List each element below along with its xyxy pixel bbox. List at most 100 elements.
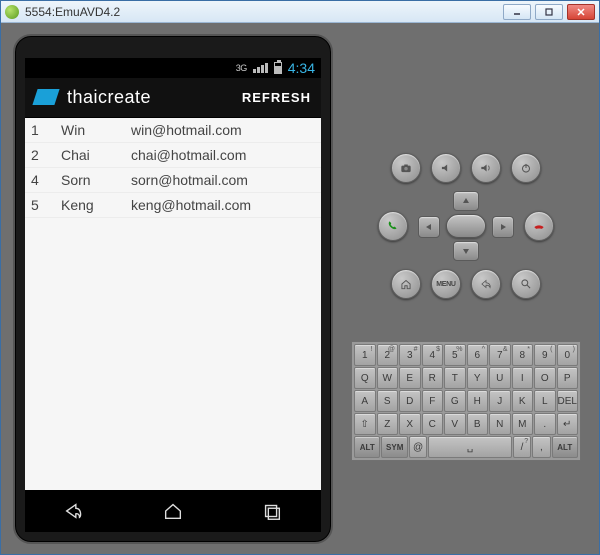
signal-icon bbox=[253, 63, 268, 73]
app-logo-icon bbox=[32, 89, 59, 105]
key-⇧[interactable]: ⇧ bbox=[354, 413, 376, 435]
volume-up-button[interactable] bbox=[471, 153, 501, 183]
call-button[interactable] bbox=[378, 211, 408, 241]
key-x[interactable]: X bbox=[399, 413, 421, 435]
key-g[interactable]: G bbox=[444, 390, 466, 412]
dpad-down-button[interactable] bbox=[453, 241, 479, 261]
table-row[interactable]: 5Kengkeng@hotmail.com bbox=[25, 192, 321, 217]
key-d[interactable]: D bbox=[399, 390, 421, 412]
key-1[interactable]: 1! bbox=[354, 344, 376, 366]
nav-recent-button[interactable] bbox=[256, 498, 288, 524]
camera-button[interactable] bbox=[391, 153, 421, 183]
key-sub: ! bbox=[371, 346, 373, 353]
key-q[interactable]: Q bbox=[354, 367, 376, 389]
key-.[interactable]: . bbox=[534, 413, 556, 435]
key-0[interactable]: 0) bbox=[557, 344, 579, 366]
emulator-controls: MENU 1!2@3#4$5%6^7&8*9(0) QWERTYUIOP ASDFG… bbox=[339, 29, 593, 548]
key-3[interactable]: 3# bbox=[399, 344, 421, 366]
key-sub: * bbox=[527, 346, 530, 353]
key-sym[interactable]: SYM bbox=[381, 436, 407, 458]
cell-name: Sorn bbox=[55, 167, 125, 192]
cell-id: 2 bbox=[25, 142, 55, 167]
key-e[interactable]: E bbox=[399, 367, 421, 389]
volume-down-button[interactable] bbox=[431, 153, 461, 183]
phone-frame: 3G 4:34 thaicreate REFRESH 1Winwin@hotm bbox=[13, 34, 333, 544]
dpad-center-button[interactable] bbox=[446, 214, 486, 238]
key-alt[interactable]: ALT bbox=[552, 436, 578, 458]
key-a[interactable]: A bbox=[354, 390, 376, 412]
app-actionbar: thaicreate REFRESH bbox=[25, 78, 321, 118]
cell-email: chai@hotmail.com bbox=[125, 142, 321, 167]
key-6[interactable]: 6^ bbox=[467, 344, 489, 366]
window-titlebar: 5554:EmuAVD4.2 bbox=[1, 1, 599, 23]
key-7[interactable]: 7& bbox=[489, 344, 511, 366]
table-row[interactable]: 1Winwin@hotmail.com bbox=[25, 118, 321, 143]
key-↵[interactable]: ↵ bbox=[557, 413, 579, 435]
power-button[interactable] bbox=[511, 153, 541, 183]
window-minimize-button[interactable] bbox=[503, 4, 531, 20]
dpad-up-button[interactable] bbox=[453, 191, 479, 211]
key-p[interactable]: P bbox=[557, 367, 579, 389]
key-u[interactable]: U bbox=[489, 367, 511, 389]
key-n[interactable]: N bbox=[489, 413, 511, 435]
key-9[interactable]: 9( bbox=[534, 344, 556, 366]
key-@[interactable]: @ bbox=[409, 436, 427, 458]
cell-name: Chai bbox=[55, 142, 125, 167]
key-h[interactable]: H bbox=[467, 390, 489, 412]
key-o[interactable]: O bbox=[534, 367, 556, 389]
nav-back-button[interactable] bbox=[58, 498, 90, 524]
key-f[interactable]: F bbox=[422, 390, 444, 412]
key-c[interactable]: C bbox=[422, 413, 444, 435]
key-alt[interactable]: ALT bbox=[354, 436, 380, 458]
key-v[interactable]: V bbox=[444, 413, 466, 435]
cell-email: sorn@hotmail.com bbox=[125, 167, 321, 192]
search-button[interactable] bbox=[511, 269, 541, 299]
key-sub: ) bbox=[573, 346, 575, 353]
window-title: 5554:EmuAVD4.2 bbox=[25, 5, 120, 19]
key-m[interactable]: M bbox=[512, 413, 534, 435]
key-sub: & bbox=[503, 346, 508, 353]
cell-name: Keng bbox=[55, 192, 125, 217]
key-z[interactable]: Z bbox=[377, 413, 399, 435]
window-close-button[interactable] bbox=[567, 4, 595, 20]
key-s[interactable]: S bbox=[377, 390, 399, 412]
nav-home-button[interactable] bbox=[157, 498, 189, 524]
emulator-window: 5554:EmuAVD4.2 3G 4:34 bbox=[0, 0, 600, 555]
table-row[interactable]: 2Chaichai@hotmail.com bbox=[25, 142, 321, 167]
key-j[interactable]: J bbox=[489, 390, 511, 412]
key-b[interactable]: B bbox=[467, 413, 489, 435]
key-sub: ^ bbox=[482, 346, 485, 353]
back-button[interactable] bbox=[471, 269, 501, 299]
android-navbar bbox=[25, 490, 321, 532]
status-clock: 4:34 bbox=[288, 60, 315, 76]
key-,[interactable]: , bbox=[532, 436, 550, 458]
home-button[interactable] bbox=[391, 269, 421, 299]
key-4[interactable]: 4$ bbox=[422, 344, 444, 366]
key-sub: @ bbox=[388, 346, 395, 353]
cell-id: 4 bbox=[25, 167, 55, 192]
dpad-right-button[interactable] bbox=[492, 216, 514, 238]
android-favicon-icon bbox=[5, 5, 19, 19]
key-5[interactable]: 5% bbox=[444, 344, 466, 366]
key-/[interactable]: /? bbox=[513, 436, 531, 458]
data-list[interactable]: 1Winwin@hotmail.com2Chaichai@hotmail.com… bbox=[25, 118, 321, 490]
cell-email: win@hotmail.com bbox=[125, 118, 321, 143]
dpad-left-button[interactable] bbox=[418, 216, 440, 238]
key-␣[interactable]: ␣ bbox=[428, 436, 512, 458]
key-i[interactable]: I bbox=[512, 367, 534, 389]
key-8[interactable]: 8* bbox=[512, 344, 534, 366]
network-indicator: 3G bbox=[236, 63, 247, 73]
window-maximize-button[interactable] bbox=[535, 4, 563, 20]
key-2[interactable]: 2@ bbox=[377, 344, 399, 366]
table-row[interactable]: 4Sornsorn@hotmail.com bbox=[25, 167, 321, 192]
key-del[interactable]: DEL bbox=[557, 390, 579, 412]
refresh-button[interactable]: REFRESH bbox=[242, 90, 311, 105]
key-r[interactable]: R bbox=[422, 367, 444, 389]
end-call-button[interactable] bbox=[524, 211, 554, 241]
key-w[interactable]: W bbox=[377, 367, 399, 389]
key-l[interactable]: L bbox=[534, 390, 556, 412]
key-t[interactable]: T bbox=[444, 367, 466, 389]
menu-button[interactable]: MENU bbox=[431, 269, 461, 299]
key-k[interactable]: K bbox=[512, 390, 534, 412]
key-y[interactable]: Y bbox=[467, 367, 489, 389]
